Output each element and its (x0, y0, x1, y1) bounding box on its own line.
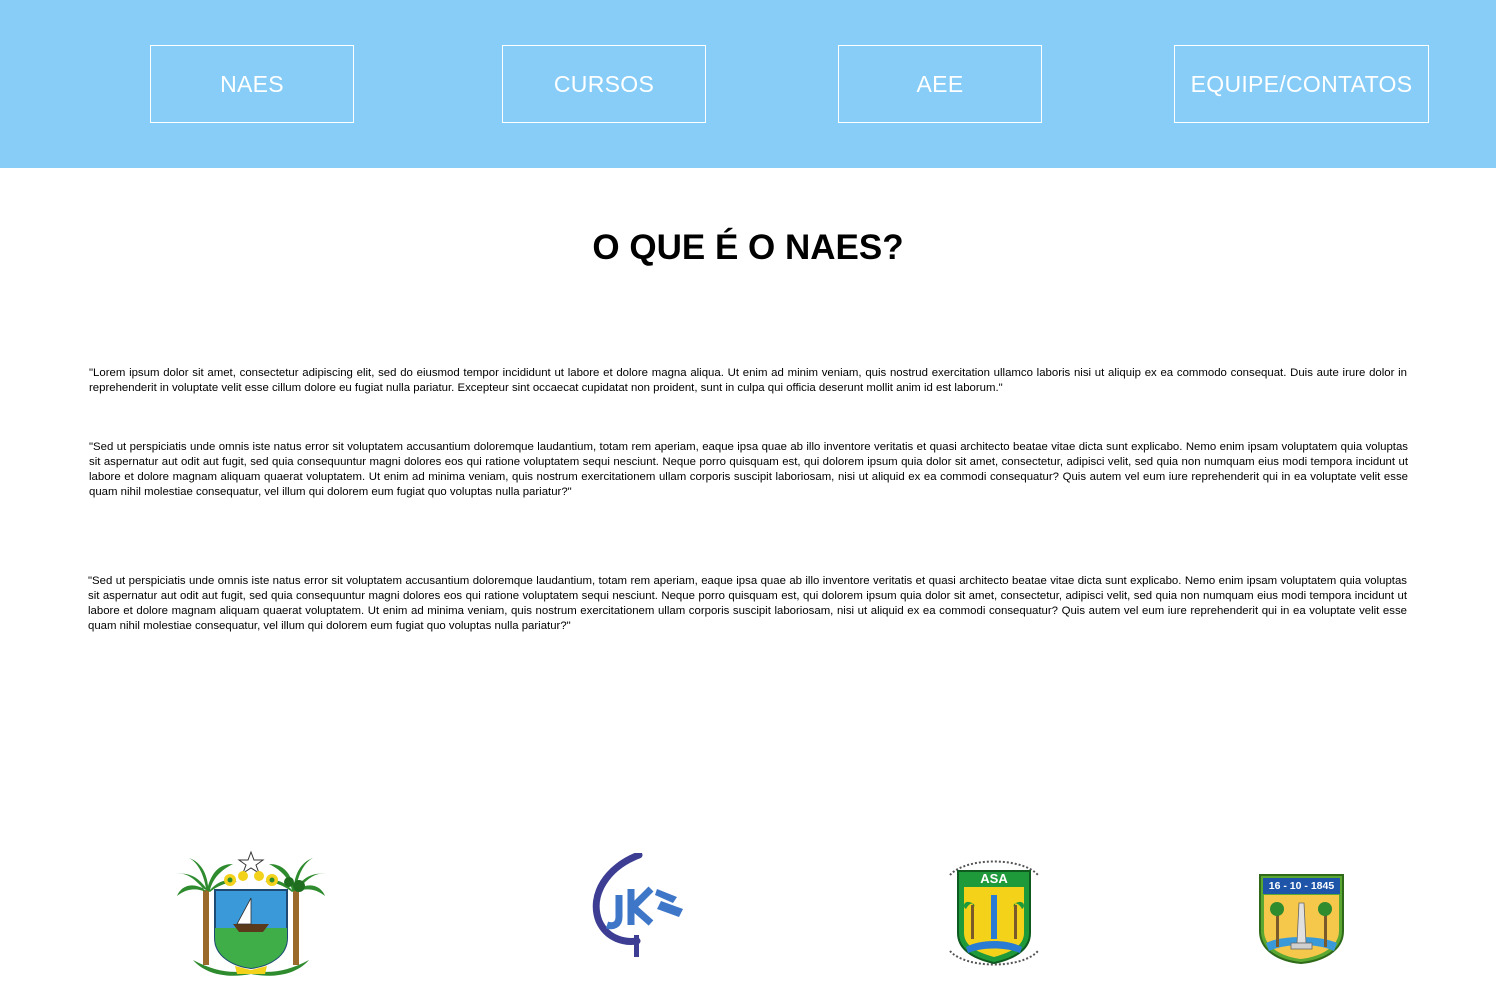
asa-association-logo-icon: ASA (942, 853, 1046, 971)
intro-paragraph-2: "Sed ut perspiciatis unde omnis iste nat… (89, 441, 1408, 498)
nav-button-naes[interactable]: NAES (150, 45, 354, 123)
asa-logo-text: ASA (980, 871, 1008, 886)
top-navigation-bar: NAES CURSOS AEE EQUIPE/CONTATOS (0, 0, 1496, 168)
intro-paragraph-3: "Sed ut perspiciatis unde omnis iste nat… (88, 575, 1407, 632)
page-title: O QUE É O NAES? (592, 228, 904, 267)
state-coat-of-arms-icon (175, 850, 327, 978)
nav-button-equipe-contatos[interactable]: EQUIPE/CONTATOS (1174, 45, 1429, 123)
nav-button-aee[interactable]: AEE (838, 45, 1042, 123)
city-shield-logo-icon: 16 - 10 - 1845 (1258, 873, 1345, 965)
jk-school-logo-icon (577, 851, 691, 959)
nav-button-cursos[interactable]: CURSOS (502, 45, 706, 123)
intro-paragraph-1: "Lorem ipsum dolor sit amet, consectetur… (89, 367, 1407, 394)
city-shield-date-text: 16 - 10 - 1845 (1268, 880, 1335, 892)
